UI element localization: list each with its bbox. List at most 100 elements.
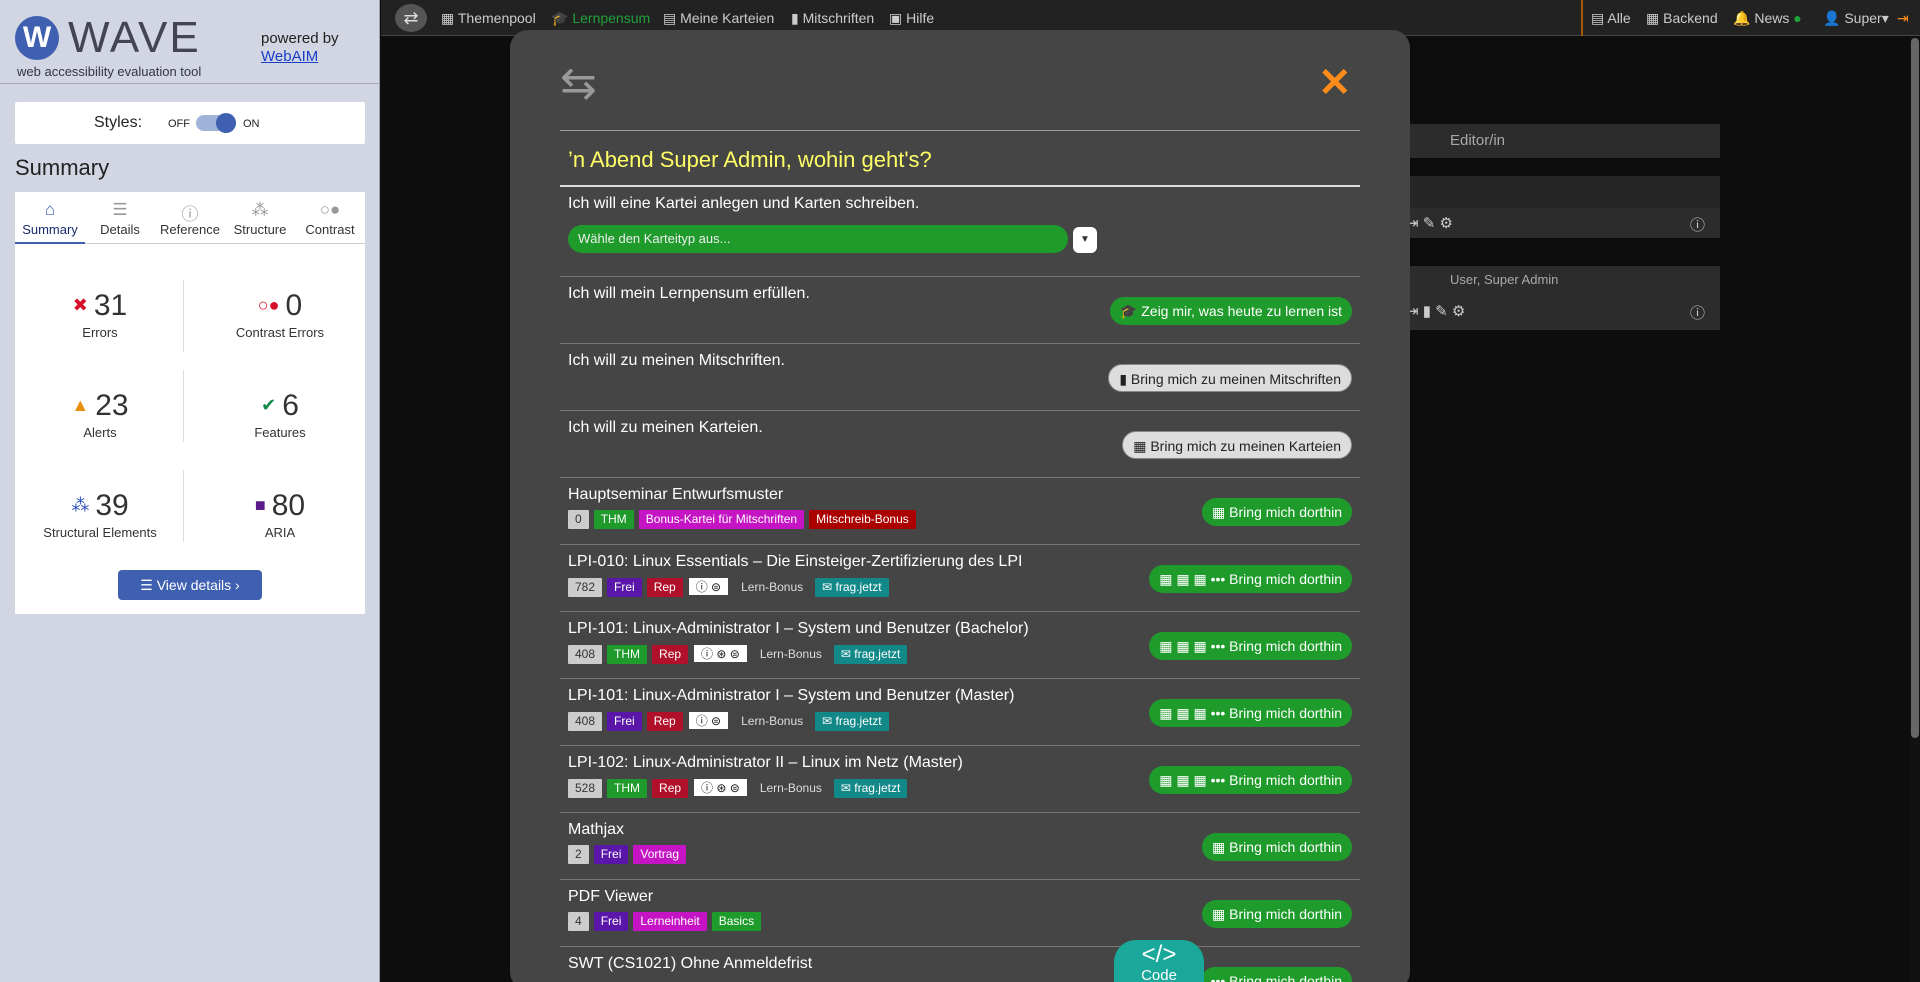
info-icon: ⓘ <box>181 205 199 224</box>
styles-label: Styles: <box>94 114 143 131</box>
nav-news[interactable]: 🔔 News ● <box>1733 10 1802 27</box>
styles-toggle-box: Styles: OFF ON <box>15 102 365 144</box>
view-details-button[interactable]: ☰ View details › <box>118 570 262 600</box>
nav-themenpool[interactable]: ▦ Themenpool <box>441 10 536 27</box>
archive-icon: ▦ ▦ ▦ ••• <box>1159 638 1230 654</box>
tab-label: Contrast <box>305 222 355 237</box>
structure-icon: ⁂ <box>251 200 269 219</box>
nav-user-menu[interactable]: 👤 Super▾ <box>1823 10 1889 27</box>
nav-lernpensum[interactable]: 🎓 Lernpensum <box>551 10 650 27</box>
button-label: Bring mich dorthin <box>1229 839 1342 855</box>
alert-icon: ▲ <box>71 395 90 415</box>
errors-label: Errors <box>82 325 118 340</box>
stat-errors[interactable]: ✖ 31 Errors <box>15 288 185 340</box>
nav-mitschriften[interactable]: ▮ Mitschriften <box>791 10 874 27</box>
scrollbar-thumb[interactable] <box>1911 38 1919 738</box>
list-item: Ich will mein Lernpensum erfüllen. 🎓 Zei… <box>560 277 1360 344</box>
nav-backend[interactable]: ▦ Backend <box>1646 10 1718 27</box>
tab-structure[interactable]: ⁂ Structure <box>225 192 295 244</box>
wave-title: WAVE <box>68 13 201 62</box>
errors-count: 31 <box>93 289 128 322</box>
frag-jetzt-link[interactable]: ✉ frag.jetzt <box>833 645 908 664</box>
go-to-deck-button[interactable]: ▦ Bring mich dorthin <box>1202 833 1352 861</box>
nav-label: Super <box>1844 10 1882 26</box>
go-to-deck-button[interactable]: ▦ ▦ ▦ ••• Bring mich dorthin <box>1149 632 1352 660</box>
type-badge: Lerneinheit <box>633 912 707 931</box>
chevron-down-icon[interactable]: ▼ <box>1073 227 1097 253</box>
features-count: 6 <box>282 389 299 422</box>
logout-icon[interactable]: ⇥ <box>1897 10 1909 27</box>
button-label: Bring mich dorthin <box>1229 906 1342 922</box>
contrast-label: Contrast Errors <box>235 325 325 340</box>
close-icon[interactable]: ✕ <box>1318 60 1352 106</box>
archive-icon: ▦ ▦ ▦ ••• <box>1159 772 1230 788</box>
toggle-knob <box>216 113 236 133</box>
go-to-deck-button[interactable]: ▦ Bring mich dorthin <box>1202 498 1352 526</box>
powered-by-label: powered by <box>261 30 339 47</box>
create-deck-text: Ich will eine Kartei anlegen und Karten … <box>568 195 920 212</box>
go-to-deck-button[interactable]: ••• Bring mich dorthin <box>1200 967 1352 982</box>
stat-features[interactable]: ✔ 6 Features <box>195 388 365 440</box>
styles-toggle[interactable] <box>196 113 236 133</box>
nav-meine-karteien[interactable]: ▤ Meine Karteien <box>663 10 774 27</box>
contrast-count: 0 <box>285 289 303 322</box>
frag-jetzt-label: frag.jetzt <box>835 714 882 728</box>
features-label: Features <box>254 425 306 440</box>
go-to-decks-button[interactable]: ▦ Bring mich zu meinen Karteien <box>1122 431 1352 459</box>
tab-details[interactable]: ☰ Details <box>85 192 155 244</box>
frag-jetzt-label: frag.jetzt <box>835 580 882 594</box>
bg-action-icons: ⇥ ▮ ✎ ⚙ <box>1406 303 1466 320</box>
structural-label: Structural Elements <box>43 525 157 540</box>
signpost-logo-icon[interactable]: ⇄ <box>395 4 427 32</box>
nav-hilfe[interactable]: ▣ Hilfe <box>889 10 934 27</box>
frag-jetzt-link[interactable]: ✉ frag.jetzt <box>815 712 889 731</box>
home-icon: ⌂ <box>44 200 56 219</box>
go-to-deck-button[interactable]: ▦ ▦ ▦ ••• Bring mich dorthin <box>1149 766 1352 794</box>
webaim-link[interactable]: WebAIM <box>261 48 318 65</box>
error-icon: ✖ <box>72 295 88 315</box>
deck-row: Hauptseminar Entwurfsmuster 0 THM Bonus-Ka… <box>560 478 1360 545</box>
editor-label: Editor/in <box>1450 132 1506 149</box>
comments-icon: ✉ <box>822 714 836 728</box>
frag-jetzt-link[interactable]: ✉ frag.jetzt <box>815 578 889 597</box>
go-to-notes-button[interactable]: ▮ Bring mich zu meinen Mitschriften <box>1108 364 1352 392</box>
creative-commons-icon: ⓘ ⊛ ⊜ <box>693 644 748 663</box>
button-label: Bring mich dorthin <box>1229 772 1342 788</box>
nav-label: Themenpool <box>457 10 536 26</box>
tab-contrast[interactable]: ○● Contrast <box>295 192 365 244</box>
deck-type-select[interactable]: Wähle den Karteityp aus... <box>568 225 1068 253</box>
aria-icon: ■ <box>254 495 266 515</box>
tab-label: Reference <box>160 222 220 237</box>
lern-bonus-badge: Lern-Bonus <box>734 712 811 731</box>
lern-bonus-badge: Lern-Bonus <box>752 645 829 664</box>
button-label: Bring mich dorthin <box>1229 973 1342 982</box>
tab-summary[interactable]: ⌂ Summary <box>15 192 85 244</box>
card-count-badge: 2 <box>568 845 589 864</box>
button-label: Bring mich dorthin <box>1229 504 1342 520</box>
learn-today-button[interactable]: 🎓 Zeig mir, was heute zu lernen ist <box>1109 297 1352 325</box>
stat-structural[interactable]: ⁂ 39 Structural Elements <box>15 488 185 540</box>
list-item: Ich will zu meinen Mitschriften. ▮ Bring… <box>560 344 1360 411</box>
code-toggle-button[interactable]: </> Code <box>1114 940 1204 982</box>
stat-aria[interactable]: ■ 80 ARIA <box>195 488 365 540</box>
page-scrollbar[interactable] <box>1910 36 1920 982</box>
go-to-deck-button[interactable]: ▦ Bring mich dorthin <box>1202 900 1352 928</box>
tab-reference[interactable]: ⓘ Reference <box>155 192 225 244</box>
rep-badge: Rep <box>652 645 689 664</box>
archive-icon: ▦ <box>1212 839 1230 855</box>
deck-row: LPI-102: Linux-Administrator II – Linux … <box>560 746 1360 813</box>
frag-jetzt-link[interactable]: ✉ frag.jetzt <box>833 779 908 798</box>
bonus-badge: Mitschreib-Bonus <box>809 510 916 529</box>
bg-editor-header: Editor/in <box>1400 124 1720 158</box>
info-icon: ⓘ <box>1690 217 1706 234</box>
go-to-deck-button[interactable]: ▦ ▦ ▦ ••• Bring mich dorthin <box>1149 565 1352 593</box>
bonus-badge: Bonus-Kartei für Mitschriften <box>638 510 805 529</box>
deck-row: Mathjax 2 Frei Vortrag ▦ Bring mich dorthi… <box>560 813 1360 880</box>
info-icon: ⓘ <box>1690 305 1706 322</box>
nav-label: Lernpensum <box>572 10 651 26</box>
nav-alle[interactable]: ▤ Alle <box>1591 10 1631 27</box>
stat-alerts[interactable]: ▲ 23 Alerts <box>15 388 185 440</box>
go-to-deck-button[interactable]: ▦ ▦ ▦ ••• Bring mich dorthin <box>1149 699 1352 727</box>
nav-label: Hilfe <box>906 10 935 26</box>
stat-contrast[interactable]: ○● 0 Contrast Errors <box>195 288 365 340</box>
